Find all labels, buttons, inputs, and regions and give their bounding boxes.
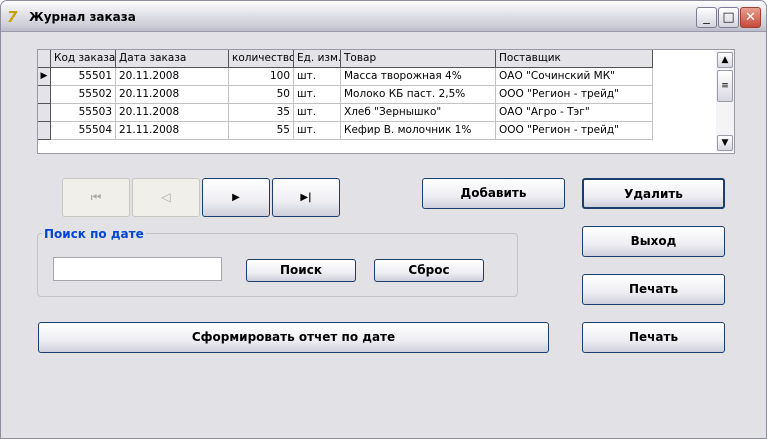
table-row[interactable]: 55502 20.11.2008 50 шт. Молоко КБ паст. 2,5%… (38, 86, 653, 104)
table-cell[interactable]: ООО "Регион - трейд" (496, 122, 653, 140)
table-cell[interactable]: Кефир В. молочник 1% (341, 122, 496, 140)
table-cell[interactable]: ОАО "Агро - Тэг" (496, 104, 653, 122)
table-cell[interactable]: шт. (294, 122, 341, 140)
table-cell[interactable]: Молоко КБ паст. 2,5% (341, 86, 496, 104)
nav-prior-button[interactable]: ◁ (132, 178, 200, 217)
table-cell[interactable]: 55503 (51, 104, 116, 122)
scroll-down-button[interactable]: ▼ (717, 135, 733, 151)
column-header[interactable]: количество (229, 50, 294, 68)
table-cell[interactable]: шт. (294, 86, 341, 104)
close-button[interactable]: ✕ (740, 7, 761, 28)
table-cell[interactable]: ООО "Регион - трейд" (496, 86, 653, 104)
table-cell[interactable]: 50 (229, 86, 294, 104)
row-indicator[interactable] (38, 104, 51, 122)
indicator-header (38, 50, 51, 68)
scroll-up-button[interactable]: ▲ (717, 52, 733, 68)
column-header[interactable]: Товар (341, 50, 496, 68)
print-report-button[interactable]: Печать (582, 322, 725, 353)
table-cell[interactable]: 35 (229, 104, 294, 122)
table-cell[interactable]: ОАО "Сочинский МК" (496, 68, 653, 86)
table-cell[interactable]: 100 (229, 68, 294, 86)
vertical-scrollbar[interactable]: ▲ ≡ ▼ (716, 51, 734, 152)
table-cell[interactable]: 20.11.2008 (116, 86, 229, 104)
scroll-thumb[interactable]: ≡ (717, 70, 733, 102)
table-cell[interactable]: 20.11.2008 (116, 104, 229, 122)
table-cell[interactable]: шт. (294, 68, 341, 86)
nav-last-button[interactable]: ▶| (272, 178, 340, 217)
reset-button[interactable]: Сброс (374, 259, 484, 282)
delete-button[interactable]: Удалить (582, 178, 725, 209)
search-button[interactable]: Поиск (246, 259, 356, 282)
orders-grid[interactable]: Код заказа Дата заказа количество Ед. из… (37, 49, 735, 154)
table-cell[interactable]: 20.11.2008 (116, 68, 229, 86)
search-group-legend: Поиск по дате (42, 227, 146, 241)
row-indicator[interactable]: ▶ (38, 68, 51, 86)
print-button[interactable]: Печать (582, 274, 725, 305)
row-indicator[interactable] (38, 86, 51, 104)
app-icon: 7 (7, 8, 18, 26)
grid-header: Код заказа Дата заказа количество Ед. из… (38, 50, 653, 68)
minimize-button[interactable]: _ (696, 7, 717, 28)
table-row[interactable]: 55504 21.11.2008 55 шт. Кефир В. молочник 1%… (38, 122, 653, 140)
maximize-button[interactable]: □ (718, 7, 739, 28)
nav-first-button[interactable]: ⏮ (62, 178, 130, 217)
table-row[interactable]: 55503 20.11.2008 35 шт. Хлеб "Зернышко" ОАО "… (38, 104, 653, 122)
table-cell[interactable]: 55502 (51, 86, 116, 104)
table-cell[interactable]: 55501 (51, 68, 116, 86)
nav-next-button[interactable]: ▶ (202, 178, 270, 217)
exit-button[interactable]: Выход (582, 226, 725, 257)
table-cell[interactable]: шт. (294, 104, 341, 122)
window-title: Журнал заказа (29, 10, 136, 24)
table-cell[interactable]: 55 (229, 122, 294, 140)
title-bar[interactable]: 7 Журнал заказа _ □ ✕ (1, 1, 766, 32)
table-cell[interactable]: Масса творожная 4% (341, 68, 496, 86)
table-cell[interactable]: 21.11.2008 (116, 122, 229, 140)
generate-report-button[interactable]: Сформировать отчет по дате (38, 322, 549, 353)
add-button[interactable]: Добавить (422, 178, 565, 209)
table-cell[interactable]: Хлеб "Зернышко" (341, 104, 496, 122)
date-search-input[interactable] (53, 257, 222, 281)
table-cell[interactable]: 55504 (51, 122, 116, 140)
row-indicator[interactable] (38, 122, 51, 140)
column-header[interactable]: Поставщик (496, 50, 653, 68)
table-row[interactable]: ▶ 55501 20.11.2008 100 шт. Масса творожная 4%… (38, 68, 653, 86)
column-header[interactable]: Код заказа (51, 50, 116, 68)
column-header[interactable]: Ед. изм. (294, 50, 341, 68)
column-header[interactable]: Дата заказа (116, 50, 229, 68)
